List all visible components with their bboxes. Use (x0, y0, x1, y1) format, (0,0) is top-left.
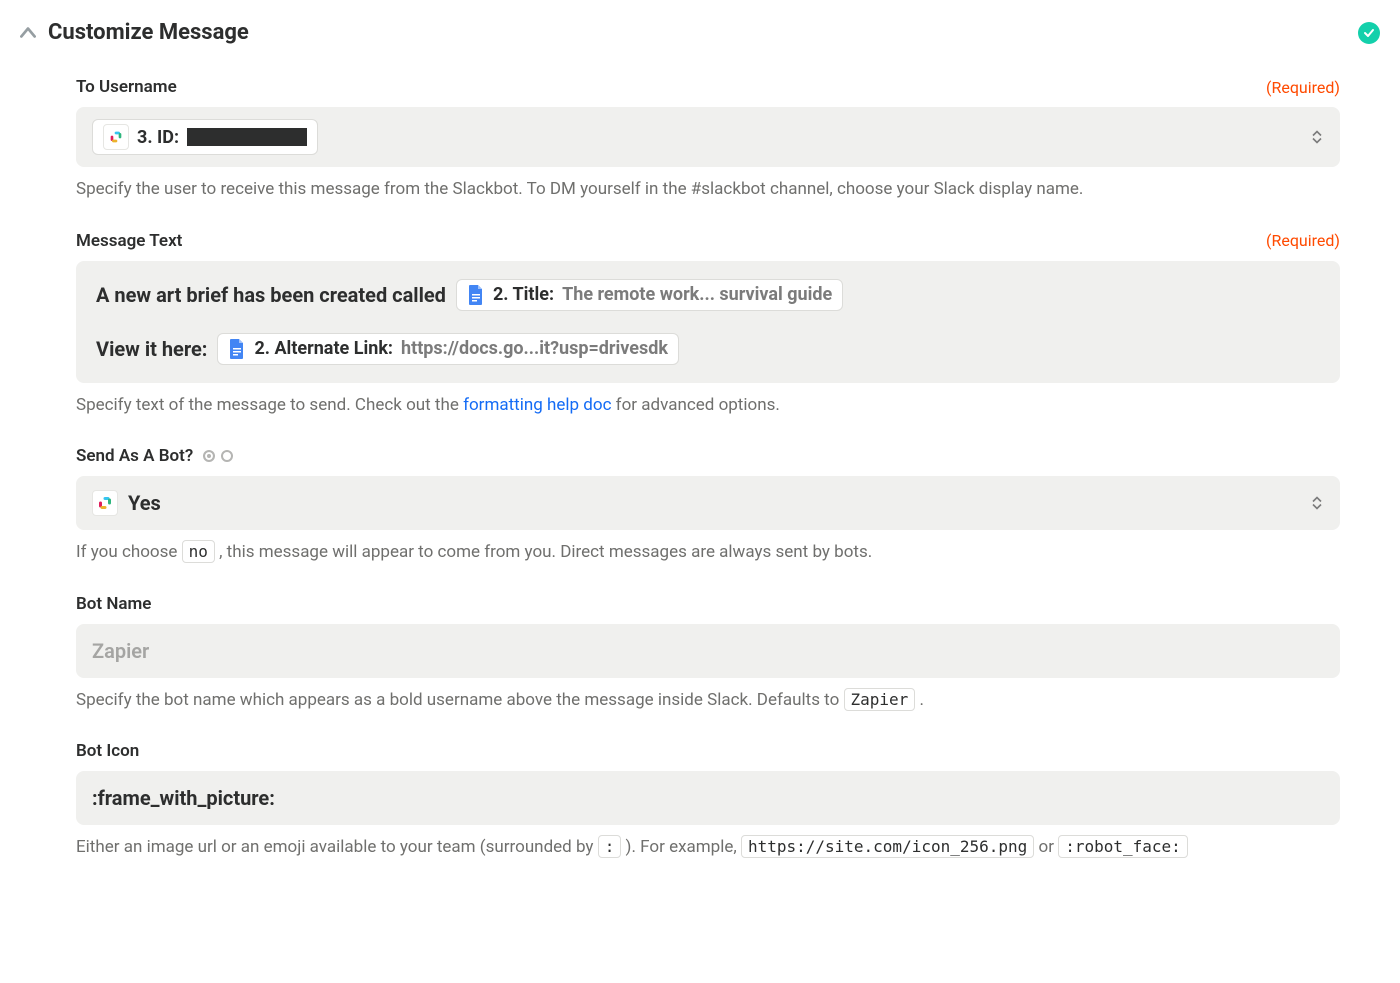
bot-icon-label: Bot Icon (76, 741, 139, 761)
slack-icon (92, 490, 118, 516)
code-zapier: Zapier (844, 688, 916, 711)
redacted-value (187, 128, 307, 146)
field-bot-name: Bot Name Zapier Specify the bot name whi… (76, 594, 1340, 714)
bot-icon-input[interactable]: :frame_with_picture: (76, 771, 1340, 825)
form-body: To Username (Required) 3. ID: (20, 77, 1380, 861)
google-doc-icon (467, 284, 485, 306)
to-username-label: To Username (76, 77, 177, 97)
message-line-1: A new art brief has been created called … (96, 279, 1320, 311)
to-username-pill: 3. ID: (92, 119, 318, 155)
code-robot-face: :robot_face: (1058, 835, 1188, 858)
status-check-icon (1358, 22, 1380, 44)
message-line-2: View it here: 2. Alternate Link: https:/… (96, 333, 1320, 365)
field-bot-icon: Bot Icon :frame_with_picture: Either an … (76, 741, 1340, 861)
to-username-select[interactable]: 3. ID: (76, 107, 1340, 167)
field-message-text: Message Text (Required) A new art brief … (76, 231, 1340, 419)
bot-name-placeholder: Zapier (92, 639, 149, 663)
formatting-help-link[interactable]: formatting help doc (463, 395, 611, 415)
message-line1-prefix: A new art brief has been created called (96, 283, 446, 307)
bot-icon-value: :frame_with_picture: (92, 786, 275, 810)
message-text-input[interactable]: A new art brief has been created called … (76, 261, 1340, 383)
section-title: Customize Message (48, 20, 249, 45)
bot-icon-help: Either an image url or an emoji availabl… (76, 835, 1340, 861)
slack-icon (103, 124, 129, 150)
send-as-bot-value: Yes (128, 491, 161, 515)
bot-name-input[interactable]: Zapier (76, 624, 1340, 678)
message-text-label: Message Text (76, 231, 182, 251)
field-type-indicator-icon (203, 450, 233, 462)
google-doc-icon (228, 338, 246, 360)
message-text-help: Specify text of the message to send. Che… (76, 393, 1340, 419)
to-username-pill-prefix: 3. ID: (137, 127, 179, 148)
code-colon: : (598, 835, 622, 858)
link-pill-value: https://docs.go...it?usp=drivesdk (401, 338, 668, 359)
code-url: https://site.com/icon_256.png (741, 835, 1034, 858)
section-header: Customize Message (20, 20, 1380, 45)
send-as-bot-select[interactable]: Yes (76, 476, 1340, 530)
to-username-help: Specify the user to receive this message… (76, 177, 1340, 203)
title-pill: 2. Title: The remote work... survival gu… (456, 279, 843, 311)
link-pill-prefix: 2. Alternate Link: (254, 338, 393, 359)
chevron-sort-icon (1312, 497, 1322, 510)
chevron-sort-icon (1312, 131, 1322, 144)
message-line2-prefix: View it here: (96, 337, 207, 361)
title-pill-value: The remote work... survival guide (562, 284, 832, 305)
required-tag: (Required) (1266, 231, 1340, 250)
bot-name-label: Bot Name (76, 594, 151, 614)
field-send-as-bot: Send As A Bot? Yes (76, 446, 1340, 566)
field-to-username: To Username (Required) 3. ID: (76, 77, 1340, 203)
required-tag: (Required) (1266, 78, 1340, 97)
bot-name-help: Specify the bot name which appears as a … (76, 688, 1340, 714)
title-pill-prefix: 2. Title: (493, 284, 554, 305)
send-as-bot-label: Send As A Bot? (76, 446, 233, 466)
code-no: no (182, 540, 215, 563)
collapse-icon[interactable] (20, 23, 36, 42)
send-as-bot-help: If you choose no , this message will app… (76, 540, 1340, 566)
link-pill: 2. Alternate Link: https://docs.go...it?… (217, 333, 679, 365)
